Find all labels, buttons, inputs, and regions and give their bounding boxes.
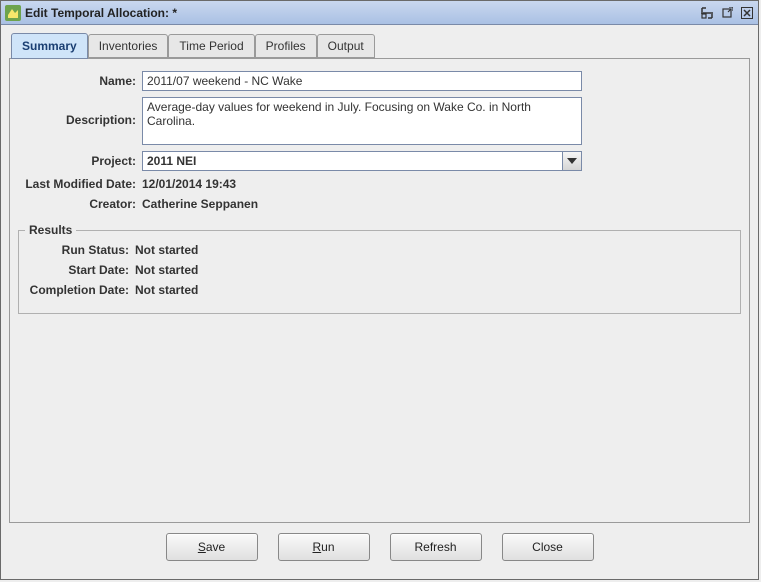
project-combobox[interactable]: 2011 NEI xyxy=(142,151,582,171)
tab-time-period[interactable]: Time Period xyxy=(168,34,254,58)
app-icon xyxy=(5,5,21,21)
button-bar: Save Run Refresh Close xyxy=(9,523,750,571)
window-controls xyxy=(700,6,754,20)
tab-profiles[interactable]: Profiles xyxy=(255,34,317,58)
label-completion-date: Completion Date: xyxy=(25,283,135,297)
label-start-date: Start Date: xyxy=(25,263,135,277)
tab-strip: Summary Inventories Time Period Profiles… xyxy=(9,33,750,58)
maximize-button[interactable] xyxy=(720,6,734,20)
label-project: Project: xyxy=(18,154,142,168)
description-textarea[interactable] xyxy=(142,97,582,145)
combobox-button[interactable] xyxy=(562,152,581,170)
tab-inventories[interactable]: Inventories xyxy=(88,34,169,58)
tab-output[interactable]: Output xyxy=(317,34,375,58)
window-title: Edit Temporal Allocation: * xyxy=(25,6,700,20)
save-button[interactable]: Save xyxy=(166,533,258,561)
name-input[interactable] xyxy=(142,71,582,91)
refresh-button[interactable]: Refresh xyxy=(390,533,482,561)
window-body: Summary Inventories Time Period Profiles… xyxy=(1,25,758,579)
tab-summary[interactable]: Summary xyxy=(11,33,88,59)
last-modified-value: 12/01/2014 19:43 xyxy=(142,177,236,191)
project-value: 2011 NEI xyxy=(143,154,562,168)
close-button[interactable] xyxy=(740,6,754,20)
tab-panel-summary: Name: Description: Project: 2011 NEI xyxy=(9,58,750,523)
titlebar: Edit Temporal Allocation: * xyxy=(1,1,758,25)
run-status-value: Not started xyxy=(135,243,198,257)
label-last-modified: Last Modified Date: xyxy=(18,177,142,191)
label-description: Description: xyxy=(18,97,142,127)
results-fieldset: Results Run Status: Not started Start Da… xyxy=(18,223,741,314)
window-frame: Edit Temporal Allocation: * xyxy=(0,0,759,580)
run-button[interactable]: Run xyxy=(278,533,370,561)
start-date-value: Not started xyxy=(135,263,198,277)
results-legend: Results xyxy=(25,223,76,237)
creator-value: Catherine Seppanen xyxy=(142,197,258,211)
minimize-button[interactable] xyxy=(700,6,714,20)
label-run-status: Run Status: xyxy=(25,243,135,257)
chevron-down-icon xyxy=(567,158,577,164)
label-name: Name: xyxy=(18,74,142,88)
completion-date-value: Not started xyxy=(135,283,198,297)
close-window-button[interactable]: Close xyxy=(502,533,594,561)
label-creator: Creator: xyxy=(18,197,142,211)
